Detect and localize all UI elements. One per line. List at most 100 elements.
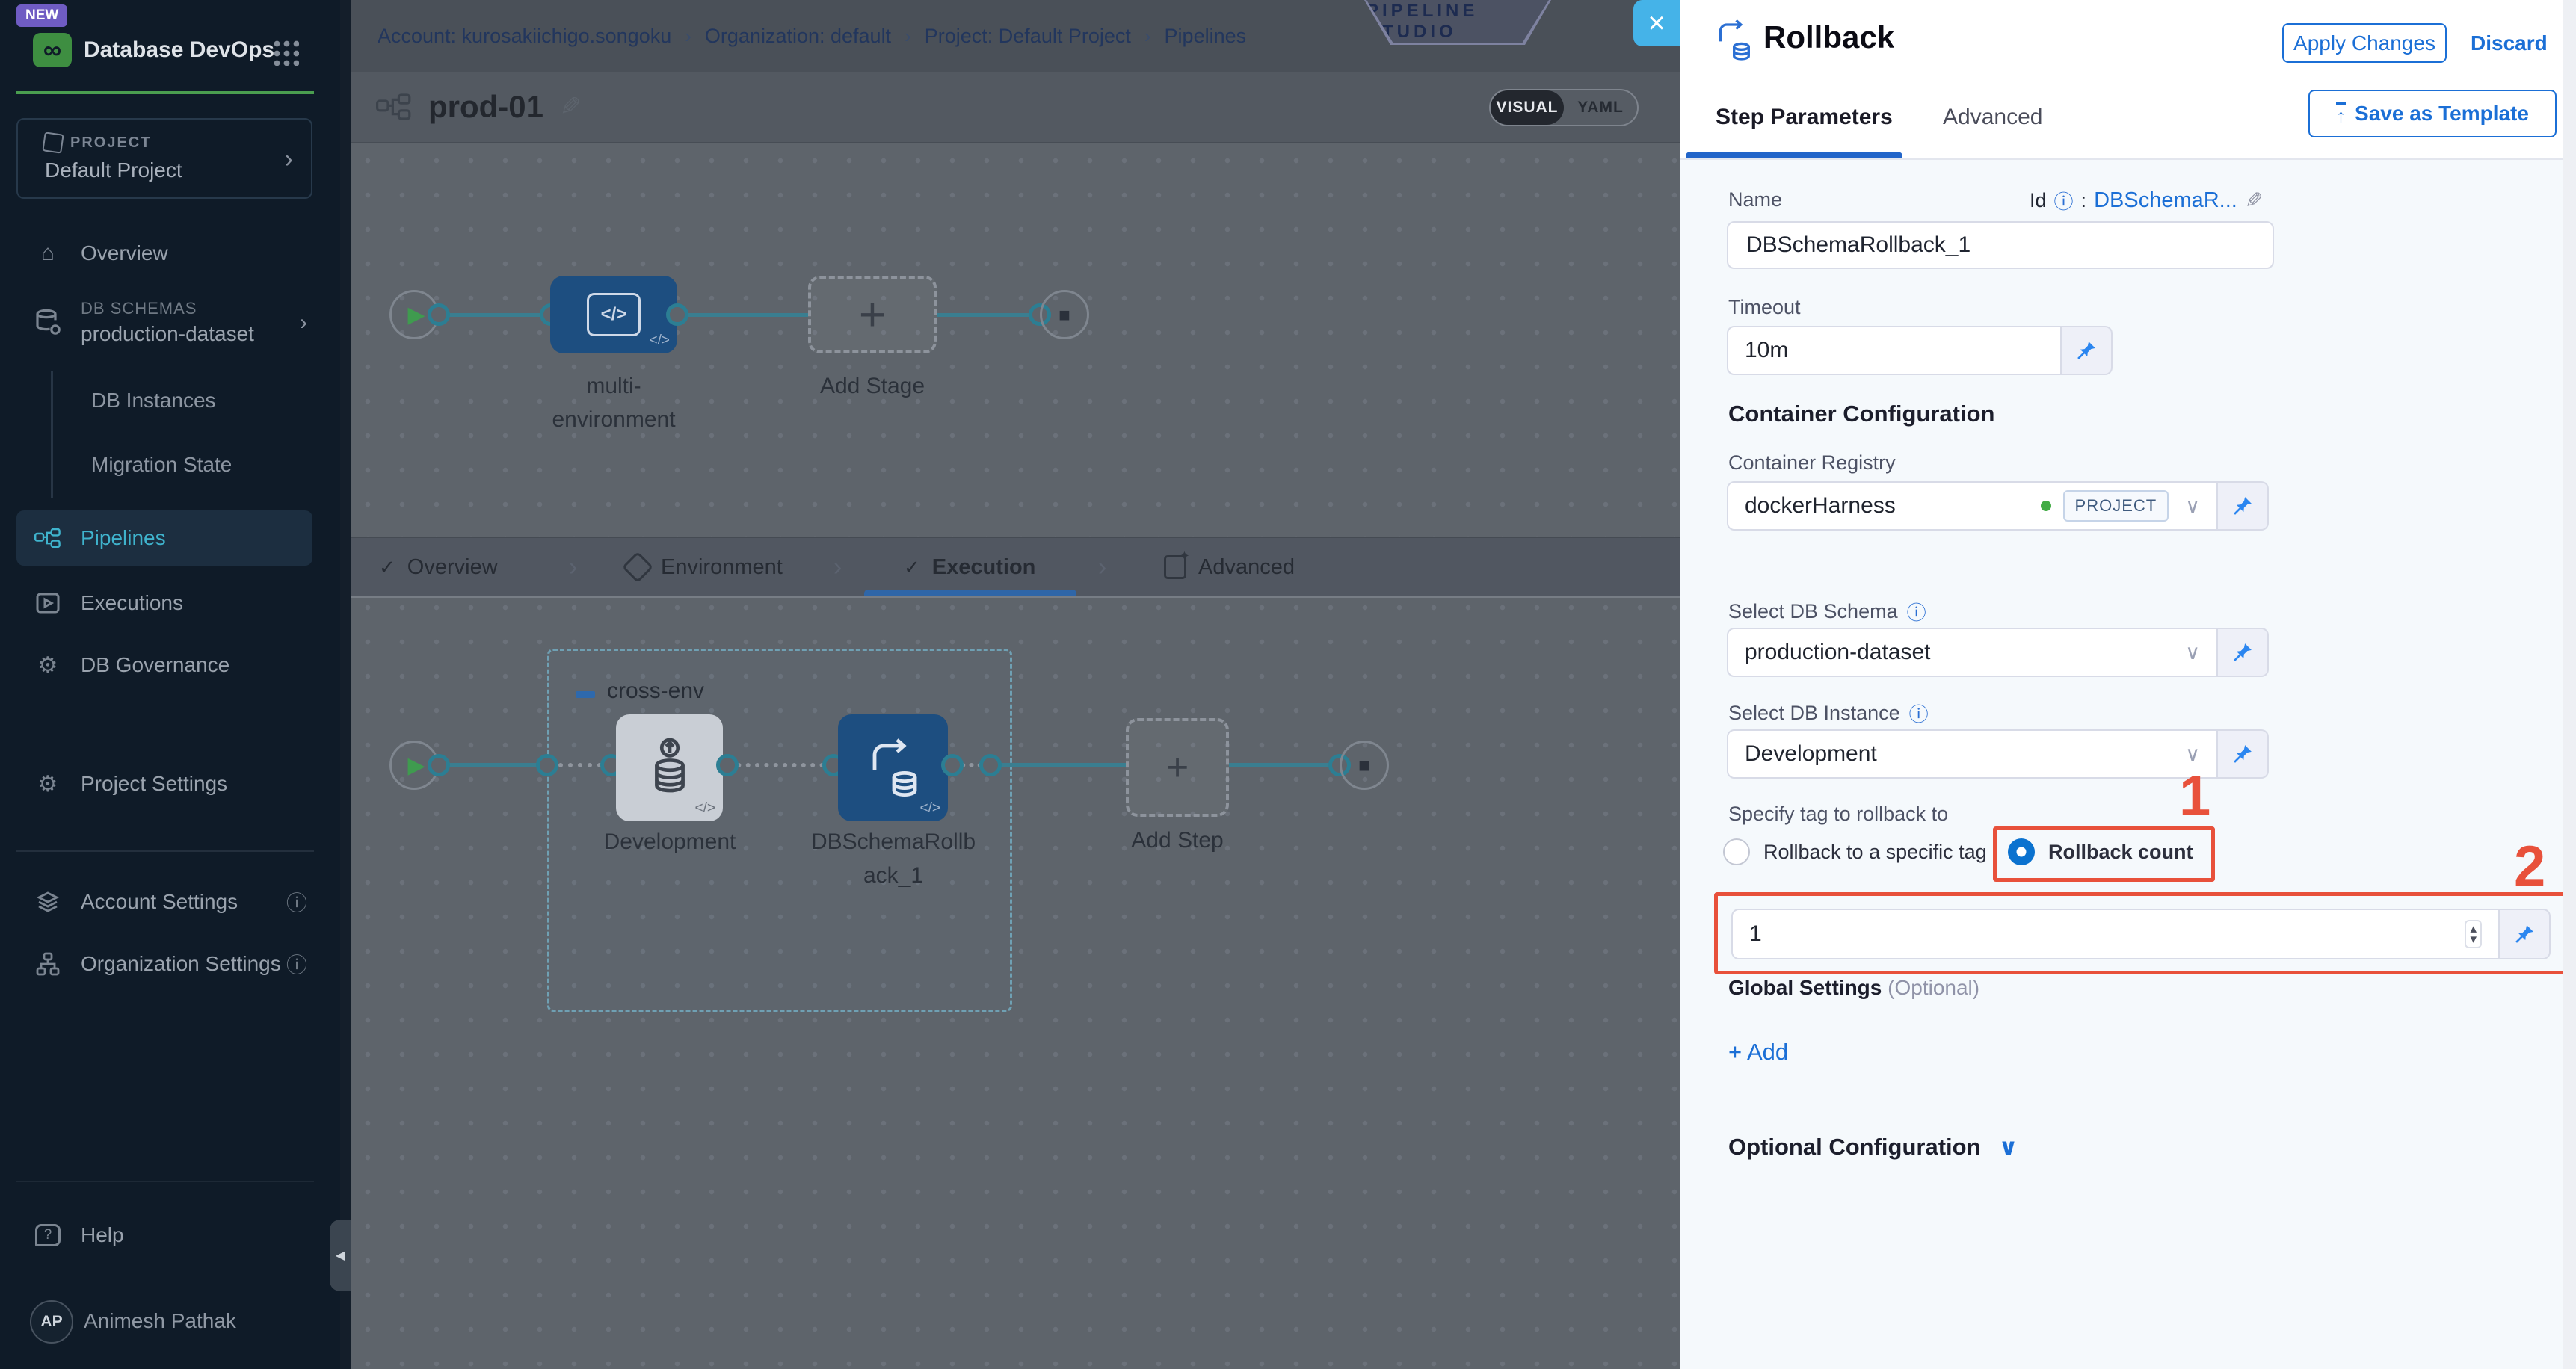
avatar[interactable]: AP xyxy=(30,1300,73,1344)
id-colon: : xyxy=(2081,189,2087,212)
sidebar-item-account-settings[interactable]: Account Settings ⓘ xyxy=(0,881,340,923)
sidebar-item-project-settings[interactable]: ⚙ Project Settings xyxy=(0,763,340,805)
connector-port xyxy=(941,754,964,776)
stepper-down-icon[interactable]: ▾ xyxy=(2470,934,2477,945)
id-row: Id ⓘ : DBSchemaR... ✎ xyxy=(2030,187,2263,214)
sidebar-item-label: DB SCHEMAS production-dataset xyxy=(81,297,254,347)
add-global-setting-link[interactable]: + Add xyxy=(1728,1039,1788,1066)
optional-configuration-row[interactable]: Optional Configuration ∨ xyxy=(1728,1133,2018,1161)
executions-icon xyxy=(34,593,61,614)
chevron-down-icon: ∨ xyxy=(2185,641,2200,664)
project-selector[interactable]: PROJECT Default Project › xyxy=(16,118,312,199)
collapse-group-icon[interactable] xyxy=(576,691,595,698)
yaml-code-badge-icon: </> xyxy=(695,800,715,817)
save-template-icon: ↑ xyxy=(2336,102,2346,126)
container-registry-select[interactable]: dockerHarness PROJECT ∨ xyxy=(1727,481,2218,531)
add-stage-button[interactable]: + xyxy=(808,276,937,353)
close-panel-button[interactable]: × xyxy=(1633,0,1680,46)
discard-button[interactable]: Discard xyxy=(2471,31,2548,55)
global-settings-row: Global Settings (Optional) xyxy=(1728,976,1979,1000)
breadcrumb-project[interactable]: Project: Default Project xyxy=(925,25,1131,48)
stage-node-multi-environment[interactable]: </> </> xyxy=(550,276,677,353)
runtime-input-pin[interactable] xyxy=(2218,729,2269,779)
tab-execution[interactable]: ✓ Execution xyxy=(904,538,1035,596)
rollback-count-value: 1 xyxy=(1749,921,1762,947)
tab-advanced[interactable]: Advanced xyxy=(1164,538,1295,596)
info-icon: ⓘ xyxy=(1907,598,1926,625)
sidebar-item-label: DB Governance xyxy=(81,653,229,677)
sidebar-item-help[interactable]: ? Help xyxy=(0,1214,340,1256)
chevron-right-icon: › xyxy=(285,145,293,174)
sidebar: NEW ∞ Database DevOps PROJECT Default Pr… xyxy=(0,0,340,1369)
tab-overview[interactable]: ✓ Overview xyxy=(379,538,498,596)
sidebar-item-overview[interactable]: ⌂ Overview xyxy=(0,232,340,274)
container-registry-field[interactable]: dockerHarness PROJECT ∨ xyxy=(1727,481,2269,531)
step-node-development[interactable]: </> xyxy=(616,714,723,821)
number-stepper[interactable]: ▴ ▾ xyxy=(2465,920,2482,948)
connector-port xyxy=(536,754,558,776)
db-schema-field[interactable]: production-dataset ∨ xyxy=(1727,628,2269,677)
sidebar-item-organization-settings[interactable]: Organization Settings ⓘ xyxy=(0,943,340,985)
runtime-input-pin[interactable] xyxy=(2218,628,2269,677)
sidebar-collapse-handle[interactable]: ◀ xyxy=(330,1220,351,1291)
db-schema-select[interactable]: production-dataset ∨ xyxy=(1727,628,2218,677)
toggle-yaml[interactable]: YAML xyxy=(1564,90,1637,125)
tab-environment[interactable]: Environment xyxy=(626,538,783,596)
runtime-input-pin[interactable] xyxy=(2500,909,2551,959)
sidebar-item-migration-state[interactable]: Migration State xyxy=(91,453,232,477)
toggle-visual[interactable]: VISUAL xyxy=(1491,90,1564,125)
breadcrumb-account[interactable]: Account: kurosakiichigo.songoku xyxy=(378,25,671,48)
breadcrumb-organization[interactable]: Organization: default xyxy=(705,25,891,48)
breadcrumb-separator-icon: › xyxy=(905,25,911,48)
sidebar-item-pipelines[interactable]: Pipelines xyxy=(16,510,312,566)
panel-scrollbar[interactable] xyxy=(2563,0,2576,1369)
subnav-indent-line xyxy=(51,371,53,498)
user-name[interactable]: Animesh Pathak xyxy=(84,1309,236,1333)
step-config-panel: Rollback Apply Changes Discard Step Para… xyxy=(1680,0,2576,1369)
add-step-button[interactable]: + xyxy=(1126,718,1229,817)
breadcrumb-page[interactable]: Pipelines xyxy=(1165,25,1247,48)
sidebar-item-db-schemas[interactable]: DB SCHEMAS production-dataset › xyxy=(0,285,340,360)
radio-unchecked-icon[interactable] xyxy=(1723,838,1750,865)
rollback-step-icon xyxy=(1714,19,1753,61)
sidebar-item-executions[interactable]: Executions xyxy=(0,582,340,624)
pipeline-icon xyxy=(376,92,412,122)
name-label: Name xyxy=(1728,188,1782,211)
timeout-value[interactable]: 10m xyxy=(1727,326,2062,375)
app-switcher-icon[interactable] xyxy=(271,37,299,66)
container-registry-label: Container Registry xyxy=(1728,451,1896,475)
rollback-count-field[interactable]: 1 ▴ ▾ xyxy=(1731,909,2551,959)
edit-pipeline-icon[interactable]: ✎ xyxy=(560,92,582,122)
sidebar-item-db-instances[interactable]: DB Instances xyxy=(91,389,216,412)
radio-specific-tag-option[interactable]: Rollback to a specific tag xyxy=(1723,838,1987,865)
tab-separator-icon: › xyxy=(569,538,577,596)
breadcrumb-separator-icon: › xyxy=(685,25,691,48)
name-input[interactable] xyxy=(1727,221,2274,269)
runtime-input-pin[interactable] xyxy=(2218,481,2269,531)
sidebar-item-label: Project Settings xyxy=(81,772,227,796)
db-instance-select[interactable]: Development ∨ xyxy=(1727,729,2218,779)
step-node-dbschemarollback[interactable]: </> xyxy=(838,714,948,821)
runtime-input-pin[interactable] xyxy=(2062,326,2113,375)
apply-changes-button[interactable]: Apply Changes xyxy=(2282,23,2447,63)
pipeline-studio-badge-label: PIPELINE STUDIO xyxy=(1366,0,1549,43)
edit-id-icon[interactable]: ✎ xyxy=(2245,188,2263,214)
connector-dotted-line xyxy=(727,763,833,767)
active-tab-underline xyxy=(864,590,1076,596)
apply-changes-label: Apply Changes xyxy=(2293,31,2435,55)
gear-icon: ⚙ xyxy=(34,771,61,797)
db-instance-value: Development xyxy=(1745,741,1877,767)
save-as-template-button[interactable]: ↑ Save as Template xyxy=(2308,90,2557,137)
db-schema-value: production-dataset xyxy=(1745,640,1931,665)
rollback-count-input[interactable]: 1 ▴ ▾ xyxy=(1731,909,2500,959)
tab-advanced[interactable]: Advanced xyxy=(1943,105,2042,130)
stage-label: environment xyxy=(552,407,675,433)
timeout-field[interactable]: 10m xyxy=(1727,326,2113,375)
info-icon: ⓘ xyxy=(286,887,307,917)
container-registry-value: dockerHarness xyxy=(1745,493,1896,519)
db-schema-name: production-dataset xyxy=(81,320,254,348)
tab-step-parameters[interactable]: Step Parameters xyxy=(1716,105,1893,130)
info-icon: ⓘ xyxy=(286,949,307,979)
sidebar-item-db-governance[interactable]: ⚙ DB Governance xyxy=(0,644,340,686)
execution-end-node: ■ xyxy=(1340,741,1389,790)
